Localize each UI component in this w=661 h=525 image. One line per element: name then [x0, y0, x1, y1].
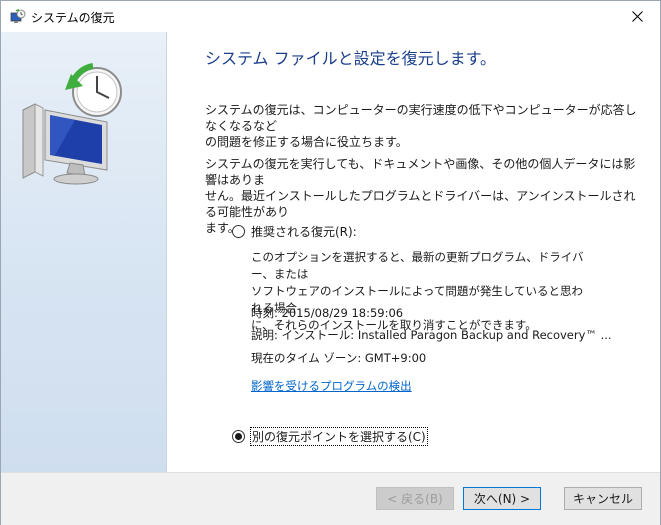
- window-title: システムの復元: [31, 11, 115, 25]
- title-bar[interactable]: システムの復元: [1, 1, 660, 32]
- intro-paragraph: システムの復元は、コンピューターの実行速度の低下やコンピューターが応答しなくなる…: [205, 103, 637, 149]
- computer-clock-restore-icon: [22, 63, 122, 185]
- restore-time: 時刻: 2015/08/29 18:59:06: [251, 306, 404, 320]
- choose-other-restore-point-label: 別の復元ポイントを選択する(C): [250, 427, 428, 446]
- current-timezone: 現在のタイム ゾーン: GMT+9:00: [251, 351, 427, 365]
- close-button[interactable]: [614, 1, 660, 32]
- wizard-content: システム ファイルと設定を復元します。 システムの復元は、コンピューターの実行速…: [167, 32, 660, 472]
- restore-description: 説明: インストール: Installed Paragon Backup and…: [251, 328, 612, 342]
- close-icon: [631, 11, 643, 22]
- recommended-restore-label: 推奨される復元(R):: [251, 225, 357, 239]
- button-bar: < 戻る(B) 次へ(N) > キャンセル: [1, 472, 660, 525]
- system-restore-window: システムの復元 システム ファイルと設定を復元します。 システムの復元は、コンピ…: [0, 0, 661, 525]
- next-button[interactable]: 次へ(N) >: [463, 487, 541, 510]
- page-title: システム ファイルと設定を復元します。: [205, 49, 497, 68]
- scan-affected-programs-link[interactable]: 影響を受けるプログラムの検出: [251, 378, 412, 394]
- recommended-restore-option[interactable]: 推奨される復元(R):: [232, 223, 357, 240]
- choose-other-restore-point-radio[interactable]: [232, 430, 245, 443]
- choose-other-restore-point-option[interactable]: 別の復元ポイントを選択する(C): [232, 427, 428, 446]
- recommended-restore-radio[interactable]: [232, 225, 245, 238]
- sidebar-banner: [1, 32, 167, 472]
- system-restore-icon: [10, 9, 26, 23]
- recommended-description: このオプションを選択すると、最新の更新プログラム、ドライバー、または ソフトウェ…: [251, 250, 584, 332]
- back-button[interactable]: < 戻る(B): [376, 487, 454, 510]
- cancel-button[interactable]: キャンセル: [564, 487, 642, 510]
